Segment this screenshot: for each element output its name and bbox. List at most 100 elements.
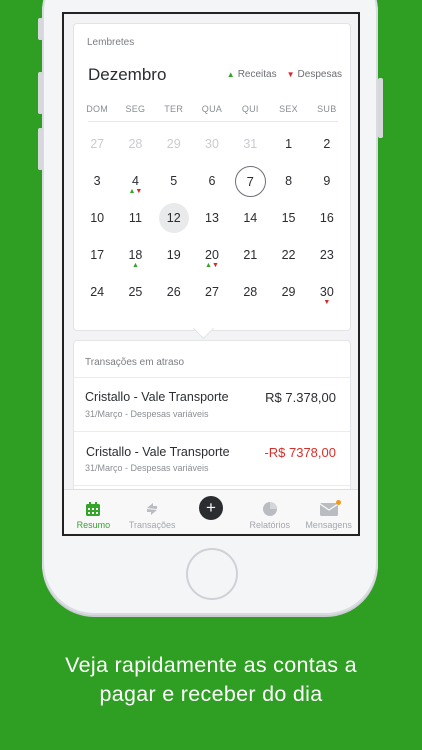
tab-label: Mensagens — [305, 520, 352, 530]
calendar-day-number: 27 — [90, 137, 105, 151]
tab-bar: Resumo Transações + Relatórios Mensagens — [64, 489, 358, 534]
tab-label: Relatórios — [249, 520, 291, 530]
calendar-icon — [85, 500, 101, 518]
calendar-day-number: 19 — [166, 248, 181, 262]
calendar-legend: ▲ Receitas ▼ Despesas — [227, 69, 342, 80]
calendar-day[interactable]: 30 ▼ — [308, 276, 346, 313]
calendar-day[interactable]: 9 — [308, 165, 346, 202]
calendar-day-number: 30 — [205, 137, 219, 151]
weekday-label: SEX — [279, 104, 298, 114]
mute-switch — [38, 18, 43, 40]
tab-relatorios[interactable]: Relatórios — [240, 490, 299, 534]
calendar-week-row: 3 4 ▲▼ 5 6 7 8 9 — [78, 165, 346, 202]
calendar-day[interactable]: 18 ▲ — [116, 239, 154, 276]
calendar-day[interactable]: 16 — [308, 202, 346, 239]
calendar-day[interactable]: 11 — [116, 202, 154, 239]
caption-line: Veja rapidamente as contas a — [65, 653, 357, 677]
transaction-subtitle: 31/Março - Despesas variáveis — [85, 409, 209, 419]
transaction-title: Cristallo - Vale Transporte — [86, 445, 230, 459]
calendar-day[interactable]: 2 — [308, 128, 346, 165]
weekday-label: SUB — [317, 104, 337, 114]
calendar-day[interactable]: 29 — [155, 128, 193, 165]
tab-mensagens[interactable]: Mensagens — [299, 490, 358, 534]
tab-label: Transações — [128, 520, 176, 530]
volume-down-button — [38, 128, 43, 170]
calendar-day[interactable]: 10 — [78, 202, 116, 239]
calendar-day[interactable]: 28 — [231, 276, 269, 313]
calendar-day[interactable]: 26 — [155, 276, 193, 313]
calendar-day-number: 14 — [243, 211, 258, 225]
tab-resumo[interactable]: Resumo — [64, 490, 123, 534]
calendar-day-number: 25 — [128, 285, 143, 299]
calendar-card-label: Lembretes — [87, 37, 135, 48]
calendar-day-number: 17 — [90, 248, 105, 262]
divider — [74, 485, 350, 486]
calendar-day-number: 29 — [281, 285, 296, 299]
legend-expense-label: Despesas — [297, 69, 342, 80]
calendar-day[interactable]: 20 ▲▼ — [193, 239, 231, 276]
calendar-day-number: 31 — [243, 137, 258, 151]
calendar-day[interactable]: 19 — [155, 239, 193, 276]
calendar-day[interactable]: 25 — [116, 276, 154, 313]
calendar-day[interactable]: 30 — [193, 128, 231, 165]
promo-caption: Veja rapidamente as contas a pagar e rec… — [0, 651, 422, 709]
calendar-day[interactable]: 21 — [231, 239, 269, 276]
notification-dot — [335, 500, 341, 505]
weekday-label: QUI — [241, 104, 259, 114]
calendar-day[interactable]: 3 — [78, 165, 116, 202]
calendar-day[interactable]: 6 — [193, 165, 231, 202]
calendar-day[interactable]: 7 — [231, 165, 269, 202]
tab-add[interactable]: + — [182, 490, 241, 534]
calendar-day[interactable]: 29 — [269, 276, 307, 313]
calendar-day[interactable]: 31 — [231, 128, 269, 165]
calendar-day-number: 3 — [93, 174, 101, 188]
calendar-day[interactable]: 15 — [269, 202, 307, 239]
calendar-day-number: 11 — [128, 211, 142, 225]
calendar-day[interactable]: 28 — [116, 128, 154, 165]
calendar-day[interactable]: 17 — [78, 239, 116, 276]
calendar-day-number: 15 — [281, 211, 296, 225]
home-button[interactable] — [186, 548, 238, 600]
pie-chart-icon — [262, 500, 278, 518]
calendar-day[interactable]: 24 — [78, 276, 116, 313]
plus-icon: + — [198, 496, 223, 520]
day-markers: ▲▼ — [205, 262, 219, 269]
calendar-day[interactable]: 13 — [193, 202, 231, 239]
calendar-card: Lembretes Dezembro ▲ Receitas ▼ Despesas… — [73, 23, 351, 331]
day-markers: ▲▼ — [128, 188, 142, 195]
calendar-day-number: 27 — [205, 285, 219, 299]
transaction-title: Cristallo - Vale Transporte — [85, 390, 229, 404]
calendar-day[interactable]: 27 — [193, 276, 231, 313]
weekday-header: DOM SEG TER QUA QUI SEX SUB — [78, 104, 346, 114]
caption-line: pagar e receber do dia — [99, 682, 323, 706]
calendar-day[interactable]: 5 — [155, 165, 193, 202]
divider — [74, 377, 350, 378]
month-title[interactable]: Dezembro — [88, 65, 166, 85]
transaction-subtitle: 31/Março - Despesas variáveis — [85, 463, 209, 473]
overdue-transactions-card: Transações em atraso Cristallo - Vale Tr… — [73, 340, 351, 510]
calendar-day[interactable]: 4 ▲▼ — [116, 165, 154, 202]
day-markers: ▲ — [132, 262, 139, 269]
calendar-day-number: 12 — [158, 203, 189, 233]
tab-transacoes[interactable]: Transações — [123, 490, 182, 534]
transaction-amount: R$ 7.378,00 — [265, 390, 336, 405]
calendar-day-number: 9 — [323, 174, 331, 188]
transaction-amount: -R$ 7378,00 — [264, 445, 336, 460]
legend-expense: ▼ Despesas — [287, 69, 342, 80]
calendar-day-number: 16 — [319, 211, 334, 225]
calendar-day-number: 5 — [170, 174, 178, 188]
calendar-grid: 27 28 29 30 31 1 2 3 4 ▲▼ 5 6 7 8 9 10 11 12 13 14 15 16 17 18 ▲… — [78, 128, 346, 313]
calendar-day[interactable]: 14 — [231, 202, 269, 239]
calendar-day[interactable]: 22 — [269, 239, 307, 276]
expense-marker-icon: ▼ — [135, 188, 143, 195]
calendar-day[interactable]: 8 — [269, 165, 307, 202]
calendar-day-number: 10 — [90, 211, 105, 225]
calendar-day[interactable]: 27 — [78, 128, 116, 165]
tab-label: Resumo — [76, 520, 111, 530]
calendar-day-number: 21 — [243, 248, 258, 262]
calendar-day-number: 23 — [319, 248, 334, 262]
calendar-day[interactable]: 23 — [308, 239, 346, 276]
calendar-day[interactable]: 12 — [155, 202, 193, 239]
calendar-day[interactable]: 1 — [269, 128, 307, 165]
calendar-day-number: 13 — [205, 211, 219, 225]
